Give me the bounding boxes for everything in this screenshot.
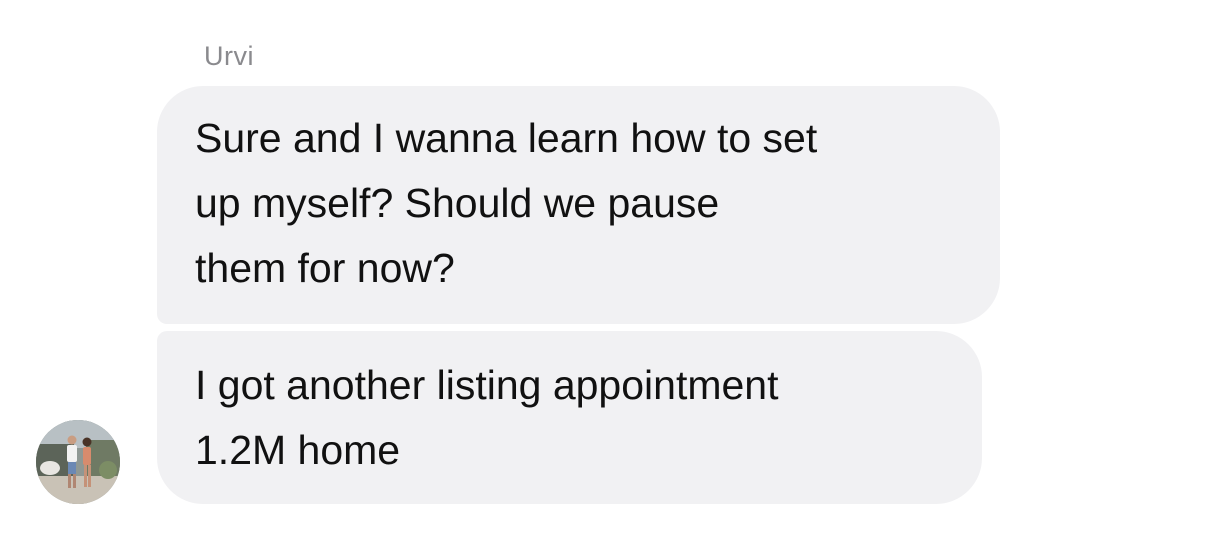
message-bubble[interactable]: I got another listing appointment 1.2M h… — [157, 331, 982, 504]
message-text-line: I got another listing appointment — [195, 362, 779, 408]
sender-name: Urvi — [204, 41, 254, 71]
message-text-line: them for now? — [195, 245, 455, 291]
message-text-line: up myself? Should we pause — [195, 180, 720, 226]
avatar[interactable] — [36, 420, 120, 504]
message-text-line: 1.2M home — [195, 427, 401, 473]
message-bubble[interactable]: Sure and I wanna learn how to set up mys… — [157, 86, 1000, 324]
profile-photo-icon — [36, 420, 120, 504]
message-text-line: Sure and I wanna learn how to set — [195, 115, 818, 161]
